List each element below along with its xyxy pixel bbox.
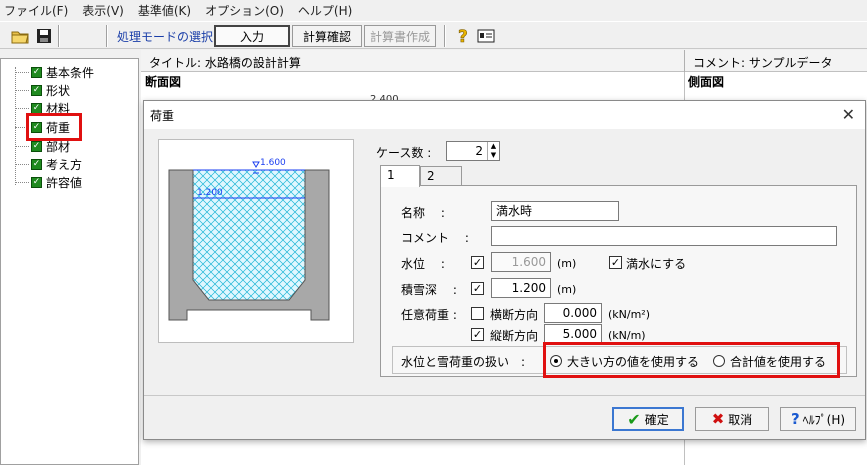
x-icon: ✖ xyxy=(711,410,725,428)
optional-load-label: 任意荷重 : xyxy=(401,308,457,322)
snow-depth-unit: (m) xyxy=(557,283,577,296)
toolbar: 処理モードの選択 入力 計算確認 計算書作成 ? xyxy=(0,21,867,49)
preview-water-level: 1.600 xyxy=(260,158,286,168)
side-view-heading: 側面図 xyxy=(688,75,725,89)
tree-item-member[interactable]: ✓ 部材 xyxy=(15,139,70,154)
transverse-unit: (kN/m²) xyxy=(608,308,651,321)
menu-option[interactable]: オプション(O) xyxy=(205,2,284,19)
project-title: タイトル: 水路橋の設計計算 xyxy=(149,56,301,70)
tab-case-1[interactable]: 1 xyxy=(380,165,420,187)
section-preview: 1.600 1.200 xyxy=(158,139,354,343)
dialog-separator xyxy=(144,395,865,396)
water-level-label: 水位 : xyxy=(401,257,445,271)
toolbar-separator xyxy=(58,25,60,47)
menu-standard[interactable]: 基準値(K) xyxy=(138,2,191,19)
menu-help[interactable]: ヘルプ(H) xyxy=(298,2,352,19)
mode-select-label: 処理モードの選択 xyxy=(117,30,214,44)
handling-label: 水位と雪荷重の扱い : xyxy=(401,355,526,369)
longitudinal-input[interactable]: 5.000 xyxy=(544,324,602,344)
tree-item-basic-conditions[interactable]: ✓ 基本条件 xyxy=(15,65,94,80)
snow-depth-label: 積雪深 : xyxy=(401,283,457,297)
checked-box-icon: ✓ xyxy=(31,177,42,188)
load-dialog: 荷重 ✕ 1.600 1.200 ケース数 : 2 ▲ ▼ 1 2 名称: 満… xyxy=(143,100,866,440)
snow-depth-input[interactable]: 1.200 xyxy=(491,278,551,298)
water-level-checkbox[interactable]: ✓ xyxy=(471,256,484,269)
section-view-heading: 断面図 xyxy=(145,75,182,89)
menu-file[interactable]: ファイル(F) xyxy=(4,2,68,19)
highlight-box-tree-load xyxy=(26,113,82,141)
snow-depth-checkbox[interactable]: ✓ xyxy=(471,282,484,295)
calc-check-button[interactable]: 計算確認 xyxy=(292,25,362,47)
check-icon: ✔ xyxy=(627,409,641,429)
longitudinal-checkbox[interactable]: ✓ xyxy=(471,328,484,341)
input-mode-button[interactable]: 入力 xyxy=(214,25,290,47)
dialog-titlebar: 荷重 ✕ xyxy=(144,101,865,129)
checked-box-icon: ✓ xyxy=(31,159,42,170)
spin-arrows-icon[interactable]: ▲ ▼ xyxy=(487,142,499,160)
toolbar-separator xyxy=(444,25,446,47)
menu-view[interactable]: 表示(V) xyxy=(82,2,124,19)
full-water-checkbox[interactable]: ✓ xyxy=(609,256,622,269)
channel-section-drawing: 1.600 1.200 xyxy=(168,158,330,321)
transverse-label: 横断方向 xyxy=(490,308,539,322)
comment-label: コメント : xyxy=(401,231,469,245)
highlight-box-handling xyxy=(543,342,840,378)
case-count-stepper[interactable]: 2 ▲ ▼ xyxy=(446,141,500,161)
tab-case-2[interactable]: 2 xyxy=(420,166,462,186)
svg-text:?: ? xyxy=(458,27,468,45)
tree-item-approach[interactable]: ✓ 考え方 xyxy=(15,157,82,172)
checked-box-icon: ✓ xyxy=(31,85,42,96)
preview-snow-depth: 1.200 xyxy=(197,188,223,198)
toolbar-separator xyxy=(106,25,108,47)
transverse-input[interactable]: 0.000 xyxy=(544,303,602,323)
help-question-icon[interactable]: ? xyxy=(454,26,474,46)
save-disk-icon[interactable] xyxy=(34,26,54,46)
dialog-title: 荷重 xyxy=(150,109,175,123)
comment-input[interactable] xyxy=(491,226,837,246)
card-info-icon[interactable] xyxy=(476,26,496,46)
close-icon[interactable]: ✕ xyxy=(842,105,855,124)
full-water-label: 満水にする xyxy=(626,257,687,271)
ok-button[interactable]: ✔ 確定 xyxy=(612,407,684,431)
checked-box-icon: ✓ xyxy=(31,67,42,78)
help-button[interactable]: ? ﾍﾙﾌﾟ(H) xyxy=(780,407,856,431)
transverse-checkbox[interactable] xyxy=(471,307,484,320)
longitudinal-unit: (kN/m) xyxy=(608,329,646,342)
tree-item-allowable[interactable]: ✓ 許容値 xyxy=(15,175,82,190)
case-count-label: ケース数 : xyxy=(376,146,432,160)
menu-bar: ファイル(F) 表示(V) 基準値(K) オプション(O) ヘルプ(H) xyxy=(0,0,867,20)
title-bar: タイトル: 水路橋の設計計算 コメント: サンプルデータ xyxy=(141,50,867,72)
question-icon: ? xyxy=(790,410,800,428)
water-level-input[interactable]: 1.600 xyxy=(491,252,551,272)
name-label: 名称 : xyxy=(401,206,445,220)
water-level-unit: (m) xyxy=(557,257,577,270)
open-folder-icon[interactable] xyxy=(10,26,30,46)
report-create-button[interactable]: 計算書作成 xyxy=(364,25,436,47)
checked-box-icon: ✓ xyxy=(31,141,42,152)
title-divider xyxy=(684,50,685,72)
name-input[interactable]: 満水時 xyxy=(491,201,619,221)
cancel-button[interactable]: ✖ 取消 xyxy=(695,407,769,431)
longitudinal-label: 縦断方向 xyxy=(490,329,539,343)
project-comment: コメント: サンプルデータ xyxy=(693,56,833,70)
tree-item-shape[interactable]: ✓ 形状 xyxy=(15,83,70,98)
case-count-value: 2 xyxy=(475,144,483,158)
